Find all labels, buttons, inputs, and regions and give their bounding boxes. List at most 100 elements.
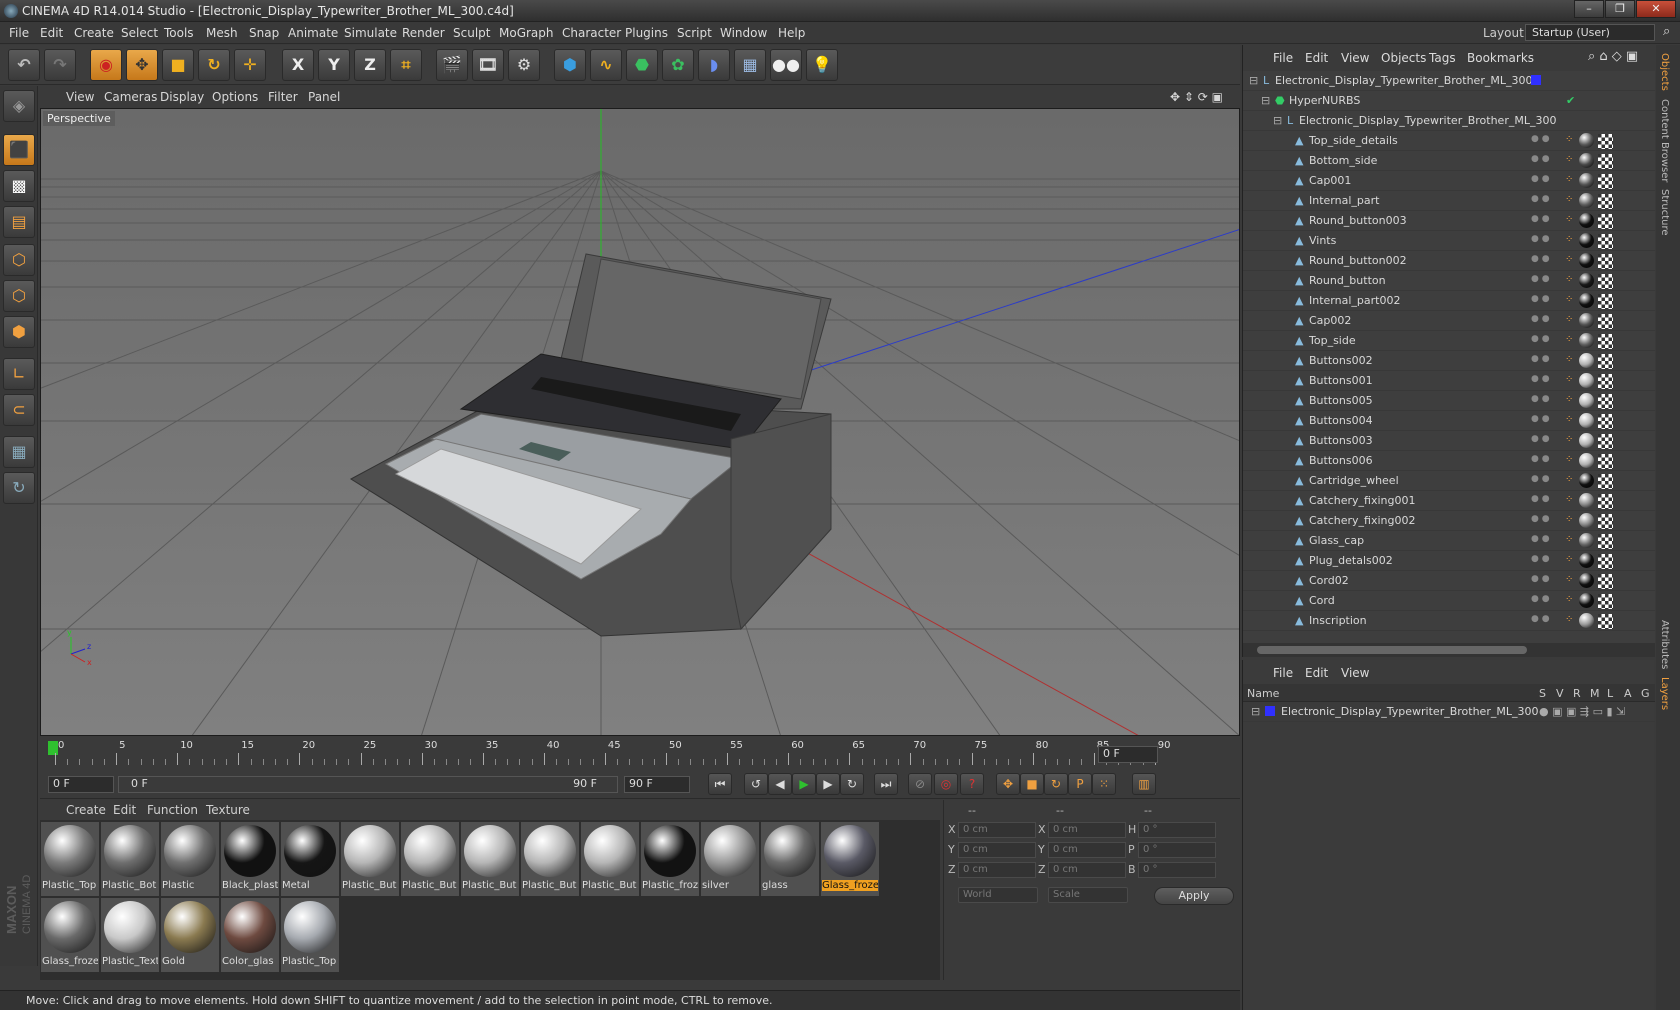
maximize-button[interactable]: ❐ — [1605, 0, 1635, 18]
live-selection-icon[interactable]: ◉ — [90, 49, 122, 81]
coordinate-system-icon[interactable]: ⌗ — [390, 49, 422, 81]
go-to-end-icon[interactable]: ⏭ — [874, 773, 898, 795]
material-tag-icon[interactable] — [1579, 173, 1594, 188]
visibility-dots-icon[interactable]: ● ● — [1531, 574, 1550, 584]
end-frame-field[interactable]: 90 F — [624, 776, 690, 793]
subdivision-surface-icon[interactable]: ⬣ — [626, 49, 658, 81]
coord-value-field[interactable]: 0 cm — [958, 862, 1036, 878]
key-position-icon[interactable]: ✥ — [996, 773, 1020, 795]
object-row[interactable]: ▲ Buttons005 ● ● ⁘ — [1243, 391, 1655, 411]
objects-menu-tags[interactable]: Tags — [1429, 51, 1456, 65]
phong-tag-icon[interactable]: ⁘ — [1565, 514, 1573, 525]
menu-edit[interactable]: Edit — [40, 26, 63, 40]
phong-tag-icon[interactable]: ⁘ — [1565, 134, 1573, 145]
object-row[interactable]: ▲ Top_side ● ● ⁘ — [1243, 331, 1655, 351]
snap-icon[interactable]: ⊂ — [3, 394, 35, 426]
object-row[interactable]: ▲ Buttons004 ● ● ⁘ — [1243, 411, 1655, 431]
material-tag-icon[interactable] — [1579, 213, 1594, 228]
material-swatch[interactable]: Glass_froze — [41, 898, 99, 972]
phong-tag-icon[interactable]: ⁘ — [1565, 474, 1573, 485]
object-row[interactable]: ▲ Catchery_fixing001 ● ● ⁘ — [1243, 491, 1655, 511]
phong-tag-icon[interactable]: ⁘ — [1565, 334, 1573, 345]
material-swatch[interactable]: Plastic_But — [461, 822, 519, 896]
visibility-dots-icon[interactable]: ● ● — [1531, 394, 1550, 404]
material-tag-icon[interactable] — [1579, 573, 1594, 588]
key-rotation-icon[interactable]: ↻ — [1044, 773, 1068, 795]
material-swatch[interactable]: silver — [701, 822, 759, 896]
texture-tag-icon[interactable] — [1598, 414, 1613, 429]
material-tag-icon[interactable] — [1579, 413, 1594, 428]
menu-render[interactable]: Render — [402, 26, 445, 40]
phong-tag-icon[interactable]: ⁘ — [1565, 454, 1573, 465]
visibility-dots-icon[interactable]: ● ● — [1531, 194, 1550, 204]
key-parameter-icon[interactable]: P — [1068, 773, 1092, 795]
layer-row[interactable]: ⊟ Electronic_Display_Typewriter_Brother_… — [1243, 702, 1655, 722]
visibility-dots-icon[interactable]: ● ● — [1531, 534, 1550, 544]
menu-simulate[interactable]: Simulate — [344, 26, 397, 40]
floor-icon[interactable]: ▦ — [734, 49, 766, 81]
phong-tag-icon[interactable]: ⁘ — [1565, 534, 1573, 545]
material-menu-edit[interactable]: Edit — [113, 803, 136, 817]
texture-tag-icon[interactable] — [1598, 334, 1613, 349]
object-row[interactable]: ▲ Buttons006 ● ● ⁘ — [1243, 451, 1655, 471]
texture-tag-icon[interactable] — [1598, 554, 1613, 569]
play-icon[interactable]: ▶ — [792, 773, 816, 795]
visibility-dots-icon[interactable]: ● ● — [1531, 614, 1550, 624]
material-tag-icon[interactable] — [1579, 133, 1594, 148]
material-swatch[interactable]: Glass_froze — [821, 822, 879, 896]
perspective-viewport[interactable]: y z x Perspective — [40, 108, 1240, 736]
side-tab-layers[interactable]: Layers — [1659, 677, 1670, 710]
material-swatch[interactable]: Plastic_But — [521, 822, 579, 896]
phong-tag-icon[interactable]: ⁘ — [1565, 394, 1573, 405]
preview-range-slider[interactable]: 0 F 90 F — [118, 776, 618, 793]
make-editable-icon[interactable]: ◈ — [3, 90, 35, 122]
rotate-tool-icon[interactable]: ↻ — [198, 49, 230, 81]
material-tag-icon[interactable] — [1579, 293, 1594, 308]
material-tag-icon[interactable] — [1579, 533, 1594, 548]
visibility-dots-icon[interactable]: ● ● — [1531, 514, 1550, 524]
deformer-icon[interactable]: ◗ — [698, 49, 730, 81]
viewport-menu-options[interactable]: Options — [212, 90, 258, 104]
object-row[interactable]: ▲ Cap001 ● ● ⁘ — [1243, 171, 1655, 191]
coord-value-field[interactable]: 0 cm — [1048, 862, 1126, 878]
phong-tag-icon[interactable]: ⁘ — [1565, 214, 1573, 225]
material-tag-icon[interactable] — [1579, 473, 1594, 488]
texture-tag-icon[interactable] — [1598, 274, 1613, 289]
apply-button[interactable]: Apply — [1154, 887, 1234, 905]
texture-tag-icon[interactable] — [1598, 534, 1613, 549]
object-row[interactable]: ▲ Inscription ● ● ⁘ — [1243, 611, 1655, 631]
coord-value-field[interactable]: 0 cm — [958, 822, 1036, 838]
expand-toggle-icon[interactable]: ⊟ — [1249, 74, 1258, 87]
layers-menu-edit[interactable]: Edit — [1305, 666, 1328, 680]
object-row-hypernurbs[interactable]: ⊟ ⬣ HyperNURBS ✔ — [1243, 91, 1655, 111]
material-tag-icon[interactable] — [1579, 273, 1594, 288]
object-row[interactable]: ▲ Cord02 ● ● ⁘ — [1243, 571, 1655, 591]
texture-tag-icon[interactable] — [1598, 314, 1613, 329]
phong-tag-icon[interactable]: ⁘ — [1565, 574, 1573, 585]
scale-tool-icon[interactable]: ■ — [162, 49, 194, 81]
visibility-dots-icon[interactable]: ● ● — [1531, 154, 1550, 164]
object-row[interactable]: ▲ Internal_part002 ● ● ⁘ — [1243, 291, 1655, 311]
visibility-dots-icon[interactable]: ● ● — [1531, 374, 1550, 384]
material-tag-icon[interactable] — [1579, 253, 1594, 268]
next-frame-icon[interactable]: ▶ — [816, 773, 840, 795]
polygons-mode-icon[interactable]: ⬢ — [3, 316, 35, 348]
visibility-dots-icon[interactable]: ● ● — [1531, 234, 1550, 244]
material-swatch[interactable]: Color_glas — [221, 898, 279, 972]
viewport-menu-cameras[interactable]: Cameras — [104, 90, 157, 104]
menu-file[interactable]: File — [9, 26, 29, 40]
material-swatch[interactable]: Plastic_froz — [641, 822, 699, 896]
material-menu-create[interactable]: Create — [66, 803, 106, 817]
material-swatch[interactable]: Plastic_But — [401, 822, 459, 896]
texture-tag-icon[interactable] — [1598, 454, 1613, 469]
material-tag-icon[interactable] — [1579, 613, 1594, 628]
menu-plugins[interactable]: Plugins — [625, 26, 668, 40]
menu-tools[interactable]: Tools — [164, 26, 194, 40]
enabled-check-icon[interactable]: ✔ — [1566, 94, 1575, 107]
phong-tag-icon[interactable]: ⁘ — [1565, 434, 1573, 445]
phong-tag-icon[interactable]: ⁘ — [1565, 614, 1573, 625]
material-swatch[interactable]: Gold — [161, 898, 219, 972]
material-swatch[interactable]: glass — [761, 822, 819, 896]
material-tag-icon[interactable] — [1579, 553, 1594, 568]
material-tag-icon[interactable] — [1579, 373, 1594, 388]
